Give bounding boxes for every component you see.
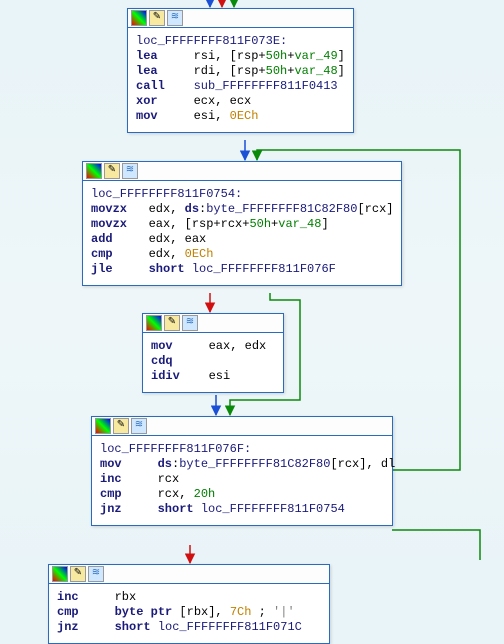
edit-icon[interactable]: ✎ <box>113 418 129 434</box>
graph-icon[interactable]: ≋ <box>167 10 183 26</box>
block-body: loc_FFFFFFFF811F073E:lea rsi, [rsp+50h+v… <box>128 28 353 132</box>
block-076A[interactable]: ✎ ≋ mov eax, edxcdq idiv esi <box>142 313 284 393</box>
graph-icon[interactable]: ≋ <box>122 163 138 179</box>
block-0754[interactable]: ✎ ≋ loc_FFFFFFFF811F0754:movzx edx, ds:b… <box>82 161 402 286</box>
palette-icon[interactable] <box>86 163 102 179</box>
edit-icon[interactable]: ✎ <box>164 315 180 331</box>
block-076F[interactable]: ✎ ≋ loc_FFFFFFFF811F076F:mov ds:byte_FFF… <box>91 416 393 526</box>
block-titlebar: ✎ ≋ <box>128 9 353 28</box>
edit-icon[interactable]: ✎ <box>104 163 120 179</box>
block-073E[interactable]: ✎ ≋ loc_FFFFFFFF811F073E:lea rsi, [rsp+5… <box>127 8 354 133</box>
block-body: mov eax, edxcdq idiv esi <box>143 333 283 392</box>
edit-icon[interactable]: ✎ <box>70 566 86 582</box>
graph-icon[interactable]: ≋ <box>182 315 198 331</box>
graph-icon[interactable]: ≋ <box>88 566 104 582</box>
palette-icon[interactable] <box>52 566 68 582</box>
block-titlebar: ✎ ≋ <box>49 565 329 584</box>
block-body: loc_FFFFFFFF811F0754:movzx edx, ds:byte_… <box>83 181 401 285</box>
palette-icon[interactable] <box>95 418 111 434</box>
palette-icon[interactable] <box>146 315 162 331</box>
block-titlebar: ✎ ≋ <box>143 314 283 333</box>
block-titlebar: ✎ ≋ <box>83 162 401 181</box>
edit-icon[interactable]: ✎ <box>149 10 165 26</box>
block-071C-pred[interactable]: ✎ ≋ inc rbxcmp byte ptr [rbx], 7Ch ; '|'… <box>48 564 330 644</box>
graph-icon[interactable]: ≋ <box>131 418 147 434</box>
palette-icon[interactable] <box>131 10 147 26</box>
block-body: loc_FFFFFFFF811F076F:mov ds:byte_FFFFFFF… <box>92 436 392 525</box>
block-titlebar: ✎ ≋ <box>92 417 392 436</box>
block-body: inc rbxcmp byte ptr [rbx], 7Ch ; '|'jnz … <box>49 584 329 643</box>
